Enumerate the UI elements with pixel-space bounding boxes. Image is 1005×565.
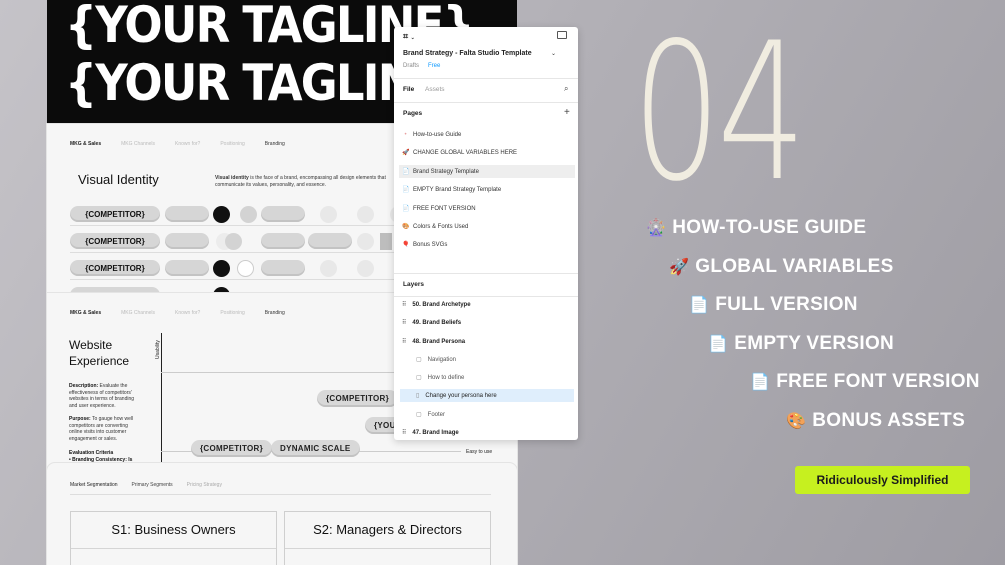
nav-item: MKG & Sales	[70, 310, 102, 316]
layer-item[interactable]: ⠿ 49. Brand Beliefs	[402, 316, 574, 329]
nav-item: Market Segmentation	[70, 482, 118, 488]
y-axis-label: Usability	[155, 340, 161, 359]
ferris-wheel-icon: 🎡	[646, 220, 667, 237]
nav-item: Known for?	[175, 141, 201, 147]
group-icon: ▢	[416, 375, 422, 381]
slide-nav: MKG & Sales MKG Channels Known for? Posi…	[70, 141, 285, 147]
page-item[interactable]: 🎨 Colors & Fonts Used	[402, 220, 578, 233]
page-item[interactable]: 🎈 Bonus SVGs	[402, 238, 578, 251]
feature-item: 🎡 HOW-TO-USE GUIDE	[646, 217, 867, 238]
competitor-chip: {COMPETITOR}	[317, 390, 399, 407]
competitor-pill: {COMPETITOR}	[70, 233, 160, 249]
palette-icon: 🎨	[402, 224, 410, 230]
palette-icon: 🎨	[786, 413, 807, 430]
slide-title: Website Experience	[69, 338, 130, 369]
add-page-icon[interactable]: +	[564, 107, 570, 118]
slide-title: Visual Identity	[78, 172, 159, 187]
layer-item-highlighted[interactable]: ▯ Change your persona here	[400, 389, 574, 402]
cta-badge: Ridiculously Simplified	[795, 466, 970, 494]
file-title[interactable]: Brand Strategy - Falta Studio Template	[403, 50, 532, 57]
rocket-icon: 🚀	[402, 150, 410, 156]
document-icon: 📄	[689, 297, 710, 314]
dynamic-scale-chip: DYNAMIC SCALE	[271, 440, 360, 457]
plan-badge: Free	[428, 63, 441, 69]
feature-item: 🚀 GLOBAL VARIABLES	[669, 256, 894, 277]
feature-item: 🎨 BONUS ASSETS	[786, 410, 966, 431]
segment-label: S2: Managers & Directors	[313, 522, 462, 537]
group-icon: ▢	[416, 357, 422, 363]
feature-item: 📄 EMPTY VERSION	[708, 333, 895, 354]
nav-item: Branding	[264, 141, 285, 147]
slide-description: Visual identity is the face of a brand, …	[215, 175, 386, 188]
layers-heading: Layers	[403, 281, 424, 288]
frame-icon: ⠿	[402, 320, 407, 326]
sidebar-toggle-icon[interactable]	[557, 31, 567, 39]
step-number: 04	[632, 2, 806, 223]
nav-item: Branding	[264, 310, 285, 316]
pages-heading: Pages	[403, 110, 423, 117]
page-icon: •	[404, 131, 407, 138]
nav-item: MKG Channels	[121, 310, 156, 316]
figma-menu-icon[interactable]: ⌗ ⌄	[403, 31, 415, 42]
document-icon: 📄	[708, 336, 729, 353]
feature-item: 📄 FREE FONT VERSION	[750, 371, 980, 392]
segment-box: S1: Business Owners	[70, 511, 277, 565]
page-item[interactable]: 📄 FREE FONT VERSION	[402, 202, 578, 215]
layer-item[interactable]: ▢ Footer	[416, 408, 578, 421]
nav-item: Known for?	[175, 310, 201, 316]
market-segmentation-slide: Market Segmentation Primary Segments Pri…	[47, 463, 517, 565]
competitor-chip: {COMPETITOR}	[191, 440, 273, 457]
slide-nav: Market Segmentation Primary Segments Pri…	[70, 482, 222, 488]
nav-item: Positioning	[220, 310, 245, 316]
chevron-down-icon[interactable]: ⌄	[551, 50, 556, 57]
layer-item[interactable]: ⠿ 50. Brand Archetype	[402, 298, 574, 311]
figma-layers-panel: ⌗ ⌄ Brand Strategy - Falta Studio Templa…	[394, 27, 578, 440]
page-item[interactable]: 📄 EMPTY Brand Strategy Template	[402, 183, 578, 196]
balloon-icon: 🎈	[402, 242, 410, 248]
drafts-label[interactable]: Drafts	[403, 63, 419, 69]
competitor-pill: {COMPETITOR}	[70, 260, 160, 276]
frame-icon: ⠿	[402, 339, 407, 345]
component-icon: ▯	[416, 393, 420, 399]
document-icon: 📄	[402, 206, 410, 212]
competitor-pill: {COMPETITOR}	[70, 206, 160, 222]
layer-item[interactable]: ⠿ 47. Brand Image	[402, 426, 574, 439]
segment-box: S2: Managers & Directors	[284, 511, 491, 565]
page-item[interactable]: 🚀 CHANGE GLOBAL VARIABLES HERE	[402, 146, 578, 159]
layer-item[interactable]: ⠿ 48. Brand Persona	[402, 335, 574, 348]
frame-icon: ⠿	[402, 302, 407, 308]
segment-label: S1: Business Owners	[111, 522, 236, 537]
tab-file[interactable]: File	[403, 86, 414, 93]
layer-item[interactable]: ▢ Navigation	[416, 353, 578, 366]
layer-item[interactable]: ▢ How to define	[416, 371, 578, 384]
criteria-text: Evaluation Criteria • Branding Consistenc…	[69, 450, 133, 463]
y-axis	[161, 333, 162, 473]
nav-item: MKG & Sales	[70, 141, 102, 147]
rocket-icon: 🚀	[669, 259, 690, 276]
search-icon[interactable]: ⌕	[564, 84, 568, 94]
x-axis-label: Easy to use	[466, 449, 493, 455]
feature-item: 📄 FULL VERSION	[689, 294, 858, 315]
description-text: Description: Evaluate the effectiveness …	[69, 383, 135, 409]
page-item-selected[interactable]: 📄 Brand Strategy Template	[399, 165, 575, 178]
nav-item: Positioning	[220, 141, 245, 147]
document-icon: 📄	[750, 374, 771, 391]
nav-item: Primary Segments	[131, 482, 173, 488]
document-icon: 📄	[402, 169, 410, 175]
slide-nav: MKG & Sales MKG Channels Known for? Posi…	[70, 310, 285, 316]
group-icon: ▢	[416, 412, 422, 418]
document-icon: 📄	[402, 187, 410, 193]
page-item[interactable]: • How-to-use Guide	[402, 128, 578, 141]
tab-assets[interactable]: Assets	[425, 86, 445, 93]
nav-item: Pricing Strategy	[186, 482, 222, 488]
frame-icon: ⠿	[402, 430, 407, 436]
nav-item: MKG Channels	[121, 141, 156, 147]
purpose-text: Purpose: To gauge how well competitors a…	[69, 416, 134, 442]
